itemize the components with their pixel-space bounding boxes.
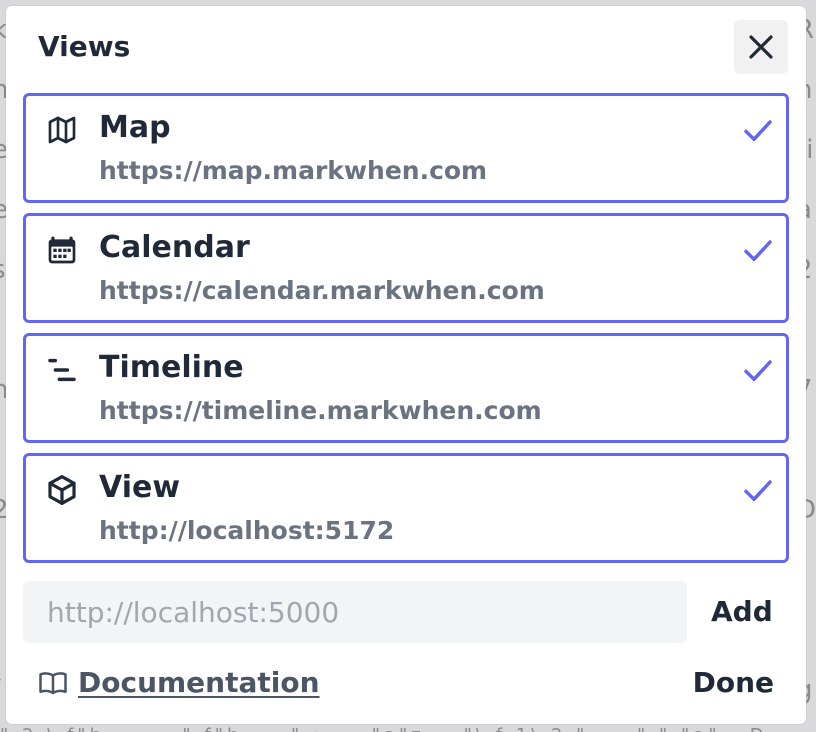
view-url: https://calendar.markwhen.com [99,276,545,305]
view-list: Map https://map.markwhen.com Calendar ht… [23,93,789,573]
views-dialog: Views Map https://map.markwhen.com Calen… [6,6,806,724]
view-url-input[interactable] [23,581,687,643]
view-item-calendar[interactable]: Calendar https://calendar.markwhen.com [23,213,789,323]
view-name: Map [99,110,171,145]
check-icon [744,120,772,142]
done-button[interactable]: Done [693,666,774,699]
view-item-map[interactable]: Map https://map.markwhen.com [23,93,789,203]
add-view-row: Add [23,581,789,643]
view-url: https://map.markwhen.com [99,156,488,185]
view-url: http://localhost:5172 [99,516,395,545]
add-button[interactable]: Add [711,595,773,628]
view-item-view[interactable]: View http://localhost:5172 [23,453,789,563]
check-icon [744,360,772,382]
book-icon [39,671,67,694]
check-icon [744,240,772,262]
view-url: https://timeline.markwhen.com [99,396,542,425]
view-name: Timeline [99,350,244,385]
view-item-timeline[interactable]: Timeline https://timeline.markwhen.com [23,333,789,443]
dialog-title: Views [38,30,131,63]
close-icon [749,35,773,59]
dialog-footer: Documentation Done [38,666,778,706]
documentation-link[interactable]: Documentation [38,666,320,699]
cube-icon [46,474,78,506]
documentation-label: Documentation [78,666,320,699]
view-name: Calendar [99,230,250,265]
timeline-icon [46,354,78,386]
close-button[interactable] [734,20,788,74]
map-icon [46,114,78,146]
check-icon [744,480,772,502]
calendar-icon [46,234,78,266]
view-name: View [99,470,181,505]
